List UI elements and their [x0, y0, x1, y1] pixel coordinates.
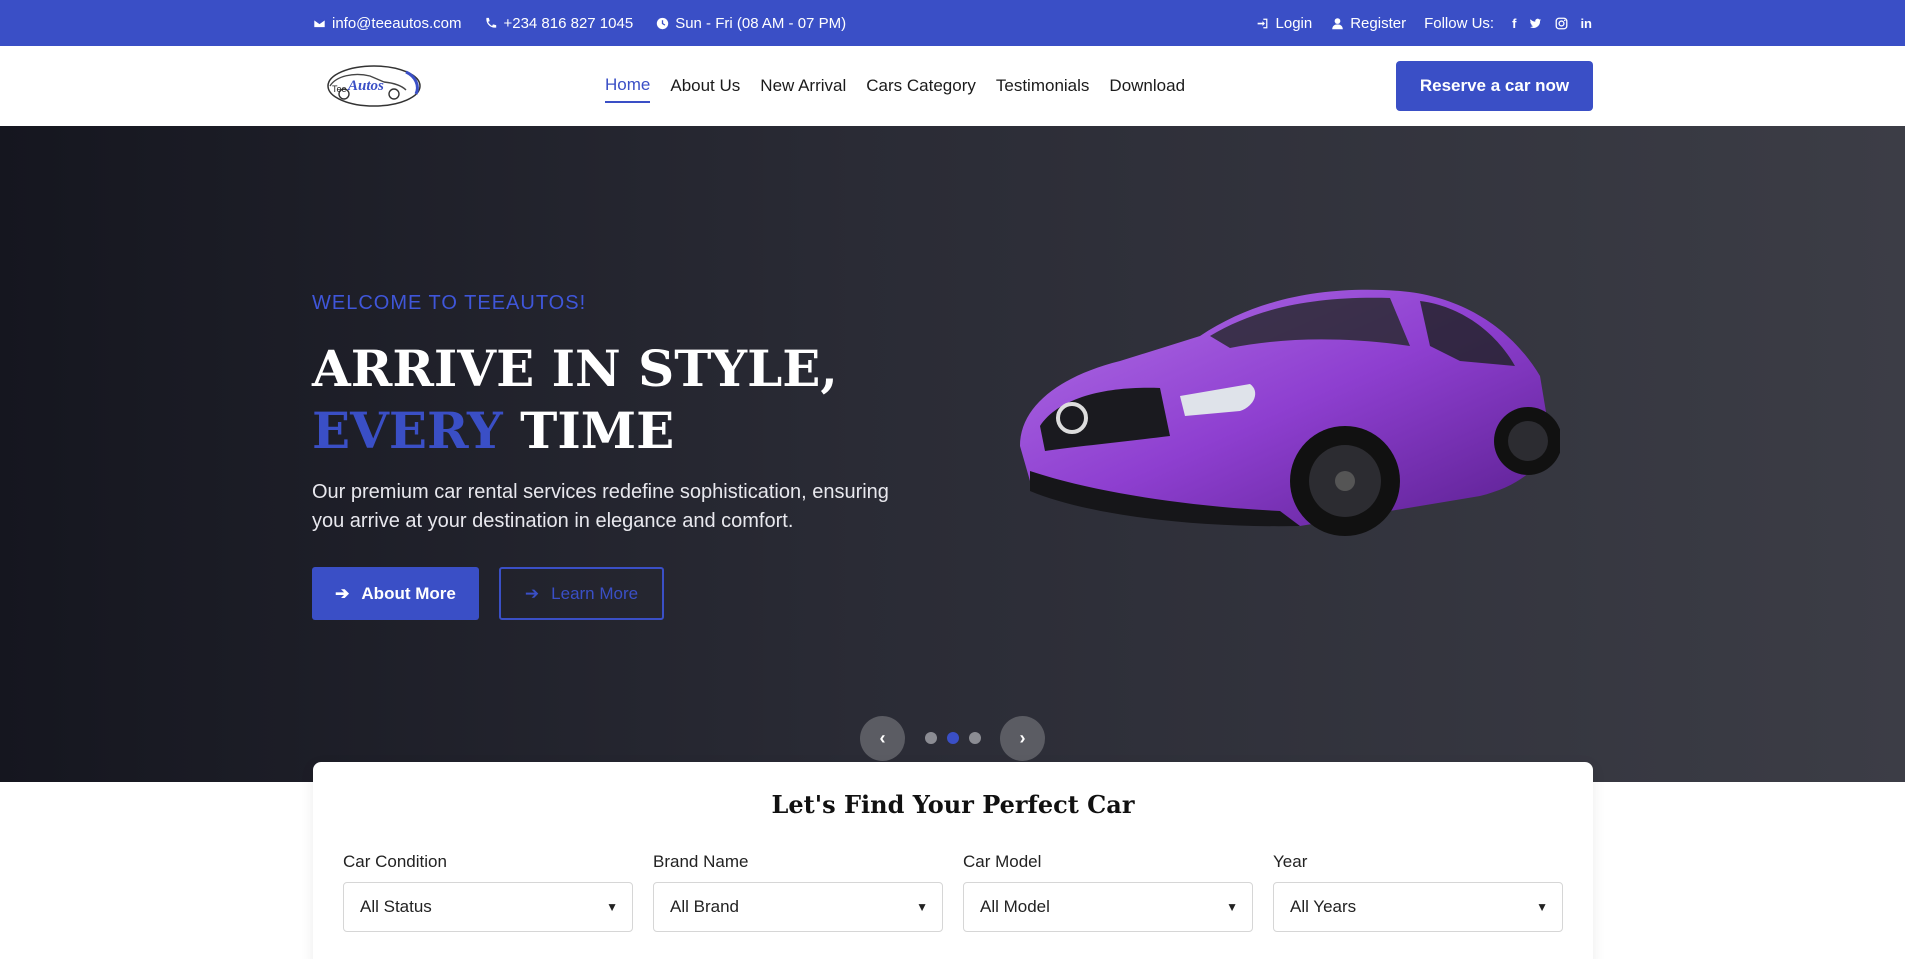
- reserve-car-button[interactable]: Reserve a car now: [1396, 61, 1593, 111]
- hero-slider: WELCOME TO TEEAUTOS! ARRIVE IN STYLE, EV…: [0, 126, 1905, 782]
- nav-item-download[interactable]: Download: [1109, 70, 1185, 102]
- nav-item-testimonials[interactable]: Testimonials: [996, 70, 1090, 102]
- main-navigation: Tee Autos Home About Us New Arrival Cars…: [0, 46, 1905, 126]
- teeautos-logo[interactable]: Tee Autos: [316, 60, 424, 110]
- chevron-left-icon: ‹: [879, 728, 886, 748]
- brand-name-field: Brand Name All Brand ▼: [653, 852, 943, 932]
- car-finder-panel: Let's Find Your Perfect Car Car Conditio…: [313, 762, 1593, 959]
- top-bar: info@teeautos.com +234 816 827 1045 Sun …: [0, 0, 1905, 46]
- hours-info: Sun - Fri (08 AM - 07 PM): [655, 15, 846, 32]
- linkedin-icon[interactable]: in: [1580, 16, 1592, 31]
- chevron-right-icon: ›: [1019, 728, 1026, 748]
- year-select[interactable]: All Years ▼: [1273, 882, 1563, 932]
- car-condition-select[interactable]: All Status ▼: [343, 882, 633, 932]
- slider-dot[interactable]: [969, 732, 981, 744]
- slider-dot[interactable]: [925, 732, 937, 744]
- slider-dots: [925, 732, 981, 744]
- svg-text:Autos: Autos: [347, 78, 384, 94]
- car-model-select[interactable]: All Model ▼: [963, 882, 1253, 932]
- phone-contact[interactable]: +234 816 827 1045: [483, 15, 633, 32]
- nav-item-new-arrival[interactable]: New Arrival: [760, 70, 846, 102]
- instagram-icon[interactable]: [1554, 16, 1568, 30]
- twitter-icon[interactable]: [1528, 16, 1542, 30]
- brand-name-select[interactable]: All Brand ▼: [653, 882, 943, 932]
- mail-icon: [312, 16, 326, 30]
- facebook-icon[interactable]: f: [1512, 16, 1516, 31]
- arrow-right-icon: ➔: [524, 583, 540, 603]
- clock-icon: [655, 16, 669, 30]
- nav-item-about-us[interactable]: About Us: [670, 70, 740, 102]
- car-condition-field: Car Condition All Status ▼: [343, 852, 633, 932]
- social-links: f in: [1512, 16, 1592, 31]
- hero-description: Our premium car rental services redefine…: [312, 481, 889, 532]
- nav-item-home[interactable]: Home: [605, 69, 651, 103]
- chevron-down-icon: ▼: [916, 900, 928, 914]
- login-icon: [1256, 16, 1270, 30]
- year-field: Year All Years ▼: [1273, 852, 1563, 932]
- hero-welcome: WELCOME TO TEEAUTOS!: [312, 292, 587, 314]
- slider-prev-button[interactable]: ‹: [860, 716, 905, 761]
- email-contact[interactable]: info@teeautos.com: [312, 15, 461, 32]
- arrow-right-icon: ➔: [335, 583, 350, 603]
- register-link[interactable]: Register: [1330, 15, 1406, 32]
- finder-title: Let's Find Your Perfect Car: [771, 790, 1135, 819]
- chevron-down-icon: ▼: [1226, 900, 1238, 914]
- hero-title: ARRIVE IN STYLE, EVERY TIME: [312, 339, 838, 460]
- nav-menu: Home About Us New Arrival Cars Category …: [605, 46, 1185, 126]
- slider-dot-active[interactable]: [947, 732, 959, 744]
- nav-item-cars-category[interactable]: Cars Category: [866, 70, 976, 102]
- learn-more-button[interactable]: ➔ Learn More: [499, 567, 664, 620]
- follow-us-label: Follow Us:: [1424, 14, 1495, 32]
- phone-icon: [483, 16, 497, 30]
- login-link[interactable]: Login: [1256, 15, 1312, 32]
- user-icon: [1330, 16, 1344, 30]
- chevron-down-icon: ▼: [1536, 900, 1548, 914]
- about-more-button[interactable]: ➔ About More: [312, 567, 479, 620]
- slider-next-button[interactable]: ›: [1000, 716, 1045, 761]
- purple-car-image: [1000, 266, 1562, 556]
- car-model-field: Car Model All Model ▼: [963, 852, 1253, 932]
- svg-text:Tee: Tee: [332, 84, 347, 94]
- chevron-down-icon: ▼: [606, 900, 618, 914]
